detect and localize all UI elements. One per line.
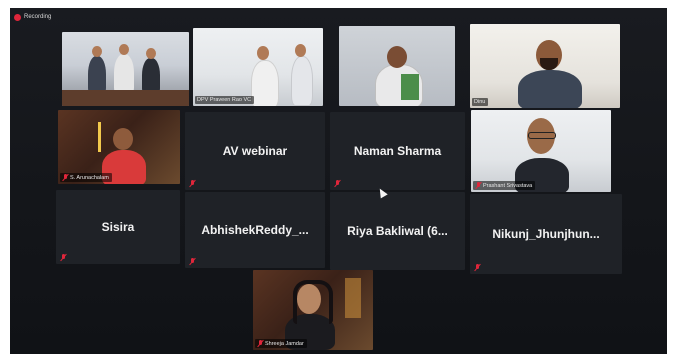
video-tile-p2[interactable]: DPV Praveen Rao VC [193,28,323,106]
video-tile-p7[interactable]: Naman Sharma [330,112,465,190]
mic-off-icon [189,180,195,187]
participant-head [92,46,102,57]
participant-display-name: Nikunj_Jhunjhun... [492,227,600,241]
hair [293,280,333,324]
record-dot-icon [14,13,21,21]
candle-object [98,122,101,152]
participant-name-tag: Prashant Srivastava [473,181,536,190]
glasses [528,132,556,139]
background-light [345,278,361,318]
video-tile-p13[interactable]: Shreeja Jamdar [253,270,373,350]
participant-name-tag: S. Arunachalam [60,173,112,182]
video-tile-p10[interactable]: AbhishekReddy_... [185,192,325,268]
participant-display-name: Sisira [101,220,135,234]
participant-head [257,46,269,60]
mic-off-icon [189,258,195,265]
participant-display-name: AbhishekReddy_... [201,223,309,237]
participant-head [119,44,129,55]
video-tile-p4[interactable]: Dinu [470,24,620,108]
video-tile-p12[interactable]: Nikunj_Jhunjhun... [470,194,622,274]
participant-head [113,128,133,150]
recording-label: Recording [24,14,52,20]
participant-head [295,44,306,57]
participant-display-name: AV webinar [222,144,288,158]
table [62,90,189,106]
mic-off-icon [334,180,340,187]
video-tile-p11[interactable]: Riya Bakliwal (6... [330,192,465,270]
video-tile-p5[interactable]: S. Arunachalam [58,110,180,184]
green-object [401,74,419,100]
participant-name-tag: DPV Praveen Rao VC [195,96,255,104]
participant-name: S. Arunachalam [70,174,109,181]
participant-name-tag: Dinu [472,98,489,106]
participant-display-name: Naman Sharma [353,144,442,158]
mic-off-icon [257,340,263,347]
mic-off-icon [474,264,480,271]
participant-head [387,46,407,68]
participant-display-name: Riya Bakliwal (6... [347,224,448,238]
zoom-gallery-screen: Recording DPV Praveen Rao VC Dinu S. Aru… [10,8,667,354]
participant-figure [291,56,313,106]
video-tile-p6[interactable]: AV webinar [185,112,325,190]
video-tile-p9[interactable]: Sisira [56,190,180,264]
video-tile-p1[interactable] [62,32,189,106]
mic-off-icon [60,254,66,261]
participant-figure [251,60,279,106]
participant-name: Prashant Srivastava [483,182,533,189]
participant-name: DPV Praveen Rao VC [197,97,252,103]
video-tile-p8[interactable]: Prashant Srivastava [471,110,611,192]
participant-name-tag: Shreeja Jamdar [255,339,307,348]
participant-name: Shreeja Jamdar [265,340,304,347]
mic-off-icon [62,174,68,181]
participant-head [146,48,156,59]
mic-off-icon [475,182,481,189]
recording-indicator: Recording [14,11,51,23]
video-tile-p3[interactable] [339,26,455,106]
participant-figure [518,70,582,108]
participant-name: Dinu [474,99,486,105]
